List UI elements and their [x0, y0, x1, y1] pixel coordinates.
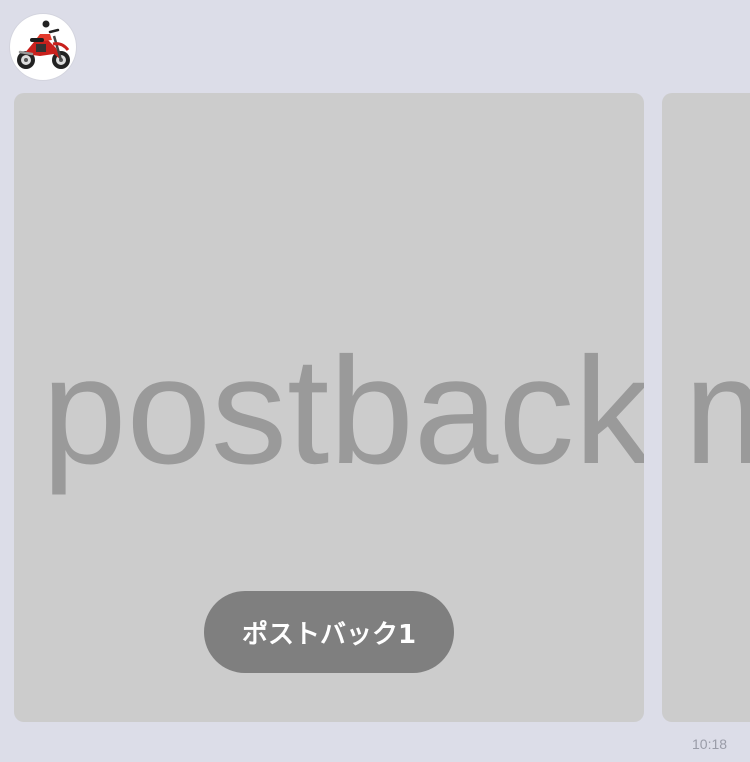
carousel-card[interactable]: m	[662, 93, 750, 722]
card-hero-text: postback	[42, 326, 644, 496]
sender-avatar[interactable]	[10, 14, 76, 80]
card-hero-text: m	[684, 326, 750, 496]
motorcycle-icon	[17, 20, 70, 69]
postback-button[interactable]: ポストバック1	[204, 591, 454, 673]
message-timestamp: 10:18	[692, 736, 728, 752]
carousel-card[interactable]: postback ポストバック1	[14, 93, 644, 722]
message-carousel[interactable]: postback ポストバック1 m	[0, 93, 750, 723]
